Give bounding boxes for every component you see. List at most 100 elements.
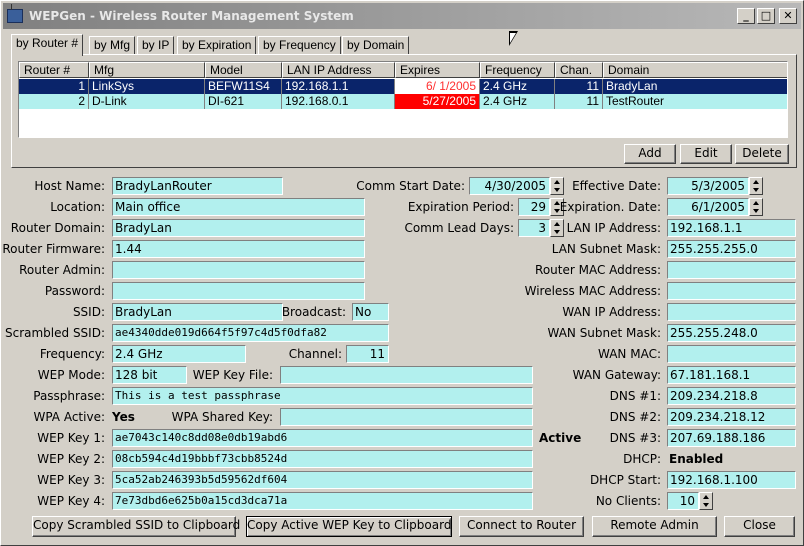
copy-scrambled-ssid-button[interactable]: Copy Scrambled SSID to Clipboard [32, 516, 240, 537]
tab-by-frequency[interactable]: by Frequency [258, 36, 341, 55]
effective-date-spinner[interactable] [749, 177, 763, 195]
wep-key-1-field[interactable]: ae7043c140c8dd08e0db19abd6 [112, 429, 533, 447]
location-label: Location: [50, 200, 105, 214]
expiration-period-field[interactable]: 29 [518, 198, 550, 216]
tab-by-router[interactable]: by Router # [11, 34, 84, 56]
dns2-label: DNS #2: [609, 410, 661, 424]
wep-mode-field[interactable]: 128 bit [112, 366, 187, 384]
table-row[interactable]: 1 LinkSys BEFW11S4 192.168.1.1 6/ 1/2005… [19, 79, 787, 94]
edit-button[interactable]: Edit [680, 144, 732, 164]
location-field[interactable]: Main office [112, 198, 365, 216]
cell-frequency: 2.4 GHz [480, 94, 555, 109]
router-mac-field[interactable] [667, 261, 796, 279]
maximize-button[interactable]: □ [757, 8, 775, 24]
dns3-label: DNS #3: [609, 431, 661, 445]
close-window-button[interactable]: ✕ [779, 8, 797, 24]
router-firmware-label: Router Firmware: [2, 242, 105, 256]
channel-field[interactable]: 11 [346, 345, 389, 363]
connect-to-router-button[interactable]: Connect to Router [459, 516, 584, 537]
ssid-label: SSID: [72, 305, 105, 319]
col-header-router-num[interactable]: Router # [19, 62, 89, 78]
wan-subnet-label: WAN Subnet Mask: [547, 326, 661, 340]
lan-ip-label: LAN IP Address: [566, 221, 661, 235]
cell-router-num: 1 [19, 79, 89, 94]
password-field[interactable] [112, 282, 365, 300]
wan-gateway-field[interactable]: 67.181.168.1 [667, 366, 796, 384]
router-app-icon [7, 4, 23, 23]
cell-mfg: D-Link [89, 94, 205, 109]
wpa-active-label: WPA Active: [33, 410, 105, 424]
router-admin-field[interactable] [112, 261, 365, 279]
tab-by-mfg[interactable]: by Mfg [89, 36, 136, 55]
wan-mac-label: WAN MAC: [598, 347, 661, 361]
router-grid[interactable]: Router # Mfg Model LAN IP Address Expire… [18, 61, 788, 138]
dns1-field[interactable]: 209.234.218.8 [667, 387, 796, 405]
wan-subnet-field[interactable]: 255.255.248.0 [667, 324, 796, 342]
dns3-field[interactable]: 207.69.188.186 [667, 429, 796, 447]
wep-key-2-field[interactable]: 08cb594c4d19bbbf73cbb8524d [112, 450, 533, 468]
no-clients-field[interactable]: 10 [667, 492, 699, 510]
scrambled-ssid-field[interactable]: ae4340dde019d664f5f97c4d5f0dfa82 [112, 324, 389, 342]
no-clients-spinner[interactable] [699, 492, 713, 510]
wan-ip-field[interactable] [667, 303, 796, 321]
wpa-shared-key-label: WPA Shared Key: [171, 410, 273, 424]
table-row[interactable]: 2 D-Link DI-621 192.168.0.1 5/27/2005 2.… [19, 94, 787, 109]
dns1-label: DNS #1: [609, 389, 661, 403]
cell-router-num: 2 [19, 94, 89, 109]
no-clients-label: No Clients: [595, 494, 661, 508]
wireless-mac-label: Wireless MAC Address: [524, 284, 661, 298]
wan-mac-field[interactable] [667, 345, 796, 363]
col-header-lan-ip[interactable]: LAN IP Address [282, 62, 395, 78]
expiration-date-field[interactable]: 6/1/2005 [667, 198, 749, 216]
remote-admin-button[interactable]: Remote Admin [592, 516, 717, 537]
comm-start-date-spinner[interactable] [550, 177, 564, 195]
close-button[interactable]: Close [724, 516, 795, 537]
cell-channel: 11 [555, 79, 603, 94]
host-name-field[interactable]: BradyLanRouter [112, 177, 283, 195]
comm-start-date-field[interactable]: 4/30/2005 [469, 177, 550, 195]
passphrase-field[interactable]: This is a test passphrase [112, 387, 533, 405]
col-header-frequency[interactable]: Frequency [480, 62, 555, 78]
minimize-button[interactable]: _ [737, 8, 755, 24]
col-header-domain[interactable]: Domain [603, 62, 787, 78]
wep-key-file-field[interactable] [280, 366, 533, 384]
lan-ip-field[interactable]: 192.168.1.1 [667, 219, 796, 237]
router-domain-label: Router Domain: [10, 221, 105, 235]
lan-subnet-field[interactable]: 255.255.255.0 [667, 240, 796, 258]
wep-key-3-field[interactable]: 5ca52ab246393b5d59562df604 [112, 471, 533, 489]
col-header-mfg[interactable]: Mfg [89, 62, 205, 78]
broadcast-label: Broadcast: [281, 305, 346, 319]
router-firmware-field[interactable]: 1.44 [112, 240, 365, 258]
router-domain-field[interactable]: BradyLan [112, 219, 365, 237]
dhcp-value: Enabled [669, 452, 724, 466]
dhcp-start-field[interactable]: 192.168.1.100 [667, 471, 796, 489]
title-bar[interactable]: WEPGen - Wireless Router Management Syst… [3, 3, 801, 29]
tab-by-domain[interactable]: by Domain [342, 36, 410, 55]
comm-lead-days-field[interactable]: 3 [518, 219, 550, 237]
col-header-expires[interactable]: Expires [395, 62, 480, 78]
copy-active-wep-key-button[interactable]: Copy Active WEP Key to Clipboard [246, 516, 452, 537]
wpa-active-value: Yes [112, 410, 135, 424]
frequency-field[interactable]: 2.4 GHz [112, 345, 246, 363]
col-header-channel[interactable]: Chan. [555, 62, 603, 78]
comm-lead-days-spinner[interactable] [550, 219, 564, 237]
expiration-date-spinner[interactable] [749, 198, 763, 216]
wep-key-4-field[interactable]: 7e73dbd6e625b0a15cd3dca71a [112, 492, 533, 510]
password-label: Password: [44, 284, 105, 298]
delete-button[interactable]: Delete [735, 144, 789, 164]
ssid-field[interactable]: BradyLan [112, 303, 283, 321]
wireless-mac-field[interactable] [667, 282, 796, 300]
tab-by-ip[interactable]: by IP [137, 36, 175, 55]
add-button[interactable]: Add [624, 144, 676, 164]
wpa-shared-key-field[interactable] [280, 408, 533, 426]
expiration-date-label: Expiration. Date: [559, 200, 661, 214]
passphrase-label: Passphrase: [33, 389, 105, 403]
cell-mfg: LinkSys [89, 79, 205, 94]
broadcast-field[interactable]: No [352, 303, 389, 321]
effective-date-field[interactable]: 5/3/2005 [667, 177, 749, 195]
cell-channel: 11 [555, 94, 603, 109]
col-header-model[interactable]: Model [205, 62, 282, 78]
wep-key-4-label: WEP Key 4: [37, 494, 105, 508]
tab-by-expiration[interactable]: by Expiration [177, 36, 257, 55]
dns2-field[interactable]: 209.234.218.12 [667, 408, 796, 426]
